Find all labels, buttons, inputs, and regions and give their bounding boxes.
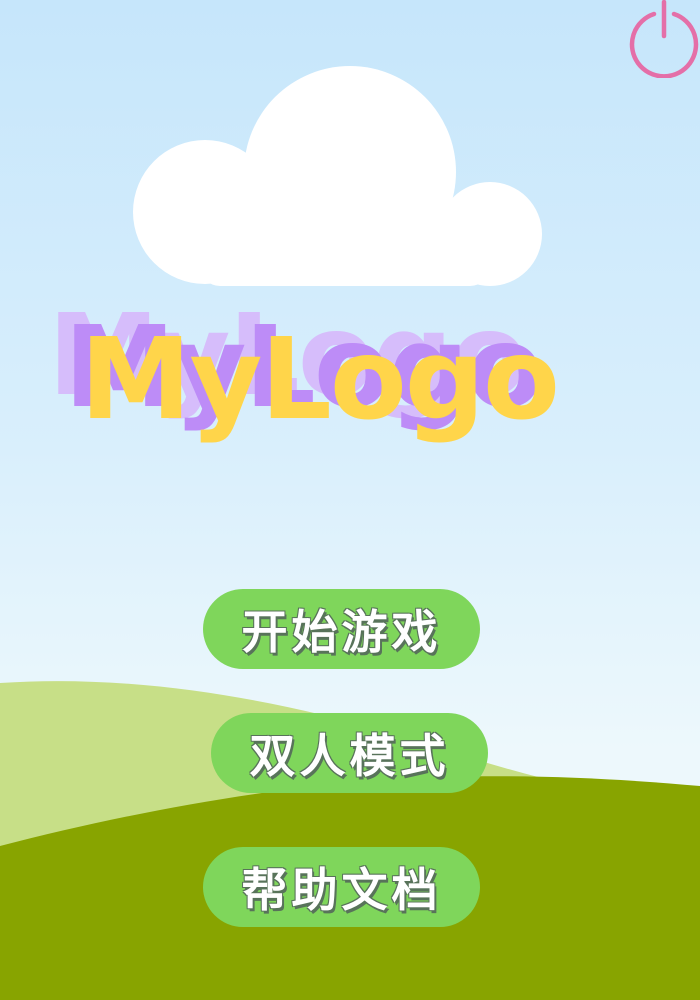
start-game-button[interactable]: 开始游戏 — [203, 589, 480, 669]
help-docs-button[interactable]: 帮助文档 — [203, 847, 480, 927]
start-game-label: 开始游戏 — [241, 605, 442, 659]
power-button[interactable] — [628, 0, 700, 79]
logo-text: MyLogo — [80, 315, 560, 445]
two-player-label: 双人模式 — [249, 729, 450, 783]
power-icon — [629, 0, 699, 79]
help-docs-label: 帮助文档 — [241, 863, 442, 917]
game-logo: MyLogo MyLogo MyLogo — [40, 290, 640, 480]
cloud — [133, 66, 542, 286]
two-player-button[interactable]: 双人模式 — [211, 713, 488, 793]
